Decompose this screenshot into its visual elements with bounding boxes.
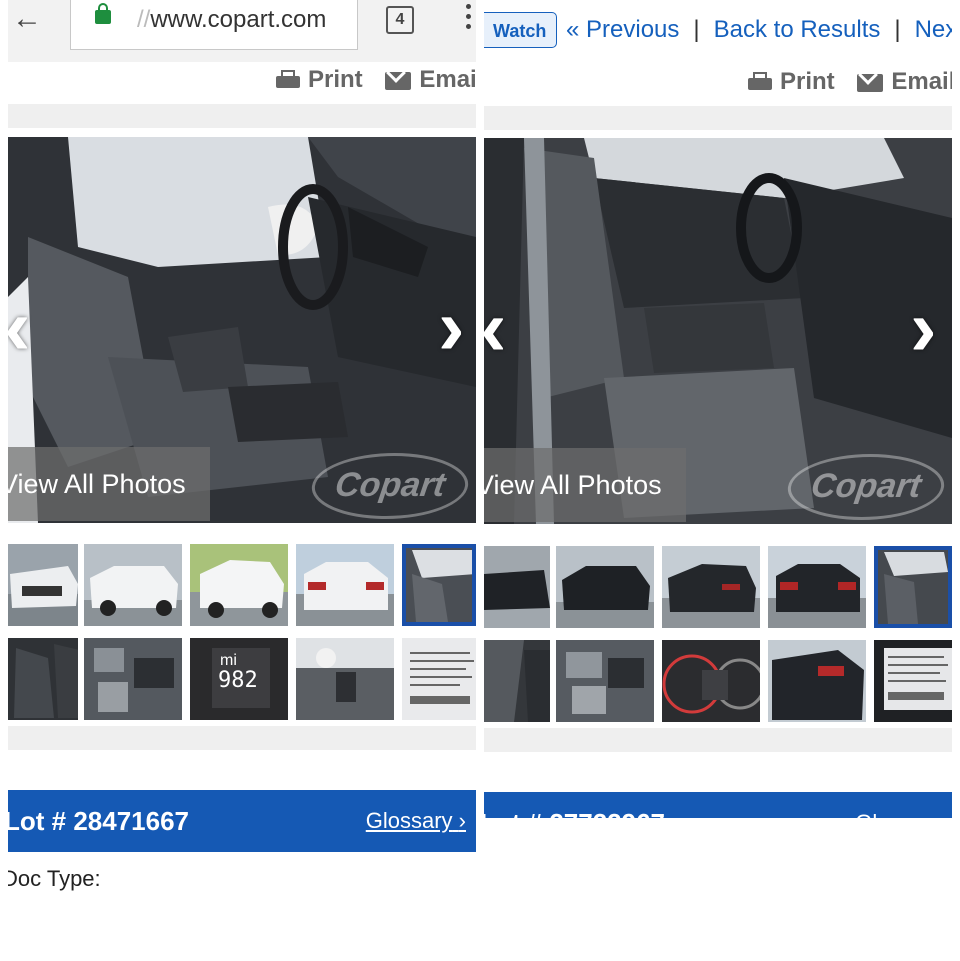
glossary-link[interactable]: Glossary › bbox=[366, 808, 466, 834]
chevron-right-icon: › bbox=[458, 808, 466, 833]
back-arrow-icon[interactable]: ← bbox=[12, 4, 42, 34]
overflow-menu-icon[interactable] bbox=[466, 4, 472, 34]
share-actions: Print Email bbox=[276, 66, 476, 94]
divider-band bbox=[8, 104, 476, 128]
watch-button[interactable]: Watch bbox=[484, 12, 558, 48]
printer-icon bbox=[276, 70, 300, 90]
share-actions: Print Email bbox=[748, 68, 952, 96]
right-screenshot-panel: Watch « Previous|Back to Results|Next Pr… bbox=[484, 0, 952, 961]
photo-thumbnail[interactable] bbox=[190, 544, 288, 626]
print-button[interactable]: Print bbox=[748, 68, 835, 95]
photo-thumbnail[interactable] bbox=[484, 546, 550, 628]
lot-header-bar-cropped: Lot # 27722967 Glossary bbox=[484, 792, 952, 818]
view-all-photos-button[interactable]: View All Photos bbox=[484, 448, 686, 522]
main-vehicle-photo[interactable]: ‹ › View All Photos Copart bbox=[8, 137, 476, 523]
lot-header-bar: Lot # 28471667 Glossary › bbox=[8, 790, 476, 852]
email-button[interactable]: Email bbox=[385, 66, 476, 93]
photo-thumbnail[interactable] bbox=[768, 640, 866, 722]
printer-icon bbox=[748, 72, 772, 92]
previous-link[interactable]: « Previous bbox=[566, 16, 679, 43]
divider-band bbox=[484, 728, 952, 752]
browser-toolbar: ← //www.copart.com 4 bbox=[8, 0, 476, 62]
photo-thumbnail[interactable] bbox=[662, 640, 760, 722]
chevron-right-icon[interactable]: › bbox=[910, 288, 937, 368]
chevron-left-icon[interactable]: ‹ bbox=[8, 287, 31, 367]
lot-number: Lot # 27722967 bbox=[484, 808, 665, 818]
photo-thumbnail[interactable] bbox=[402, 638, 476, 720]
photo-thumbnail[interactable] bbox=[768, 546, 866, 628]
lock-icon bbox=[95, 3, 111, 24]
photo-thumbnail[interactable] bbox=[8, 638, 78, 720]
photo-thumbnail[interactable] bbox=[296, 638, 394, 720]
glossary-link[interactable]: Glossary bbox=[855, 810, 942, 818]
photo-thumbnail[interactable] bbox=[484, 640, 550, 722]
lot-number: Lot # 28471667 bbox=[8, 806, 190, 836]
back-to-results-link[interactable]: Back to Results bbox=[714, 16, 881, 43]
print-button[interactable]: Print bbox=[276, 66, 363, 93]
photo-thumbnail[interactable] bbox=[8, 544, 78, 626]
photo-thumbnail[interactable] bbox=[296, 544, 394, 626]
main-vehicle-photo[interactable]: ‹ › View All Photos Copart bbox=[484, 138, 952, 524]
doc-type-label: Doc Type: bbox=[8, 866, 101, 891]
photo-thumbnail[interactable] bbox=[84, 638, 182, 720]
address-bar[interactable]: //www.copart.com bbox=[70, 0, 358, 50]
mail-icon bbox=[857, 74, 884, 92]
photo-thumbnail-selected[interactable] bbox=[402, 544, 476, 626]
chevron-right-icon[interactable]: › bbox=[438, 287, 465, 367]
url-text: //www.copart.com bbox=[137, 6, 327, 33]
photo-thumbnail[interactable] bbox=[556, 546, 654, 628]
photo-thumbnail-odometer[interactable]: mi 982 bbox=[190, 638, 288, 720]
next-link[interactable]: Next bbox=[915, 16, 952, 43]
photo-thumbnail[interactable] bbox=[662, 546, 760, 628]
left-screenshot-panel: ← //www.copart.com 4 Print Email ‹ › bbox=[8, 0, 476, 961]
divider-band bbox=[8, 726, 476, 750]
photo-thumbnail[interactable] bbox=[874, 640, 952, 722]
result-navigation: « Previous|Back to Results|Next bbox=[566, 16, 952, 44]
tabs-icon[interactable]: 4 bbox=[386, 6, 414, 34]
photo-thumbnail[interactable] bbox=[556, 640, 654, 722]
email-button[interactable]: Email bbox=[857, 68, 952, 95]
divider-band bbox=[484, 106, 952, 130]
mail-icon bbox=[385, 72, 412, 90]
photo-thumbnail-selected[interactable] bbox=[874, 546, 952, 628]
chevron-left-icon[interactable]: ‹ bbox=[484, 288, 507, 368]
photo-thumbnail[interactable] bbox=[84, 544, 182, 626]
view-all-photos-button[interactable]: View All Photos bbox=[8, 447, 210, 521]
